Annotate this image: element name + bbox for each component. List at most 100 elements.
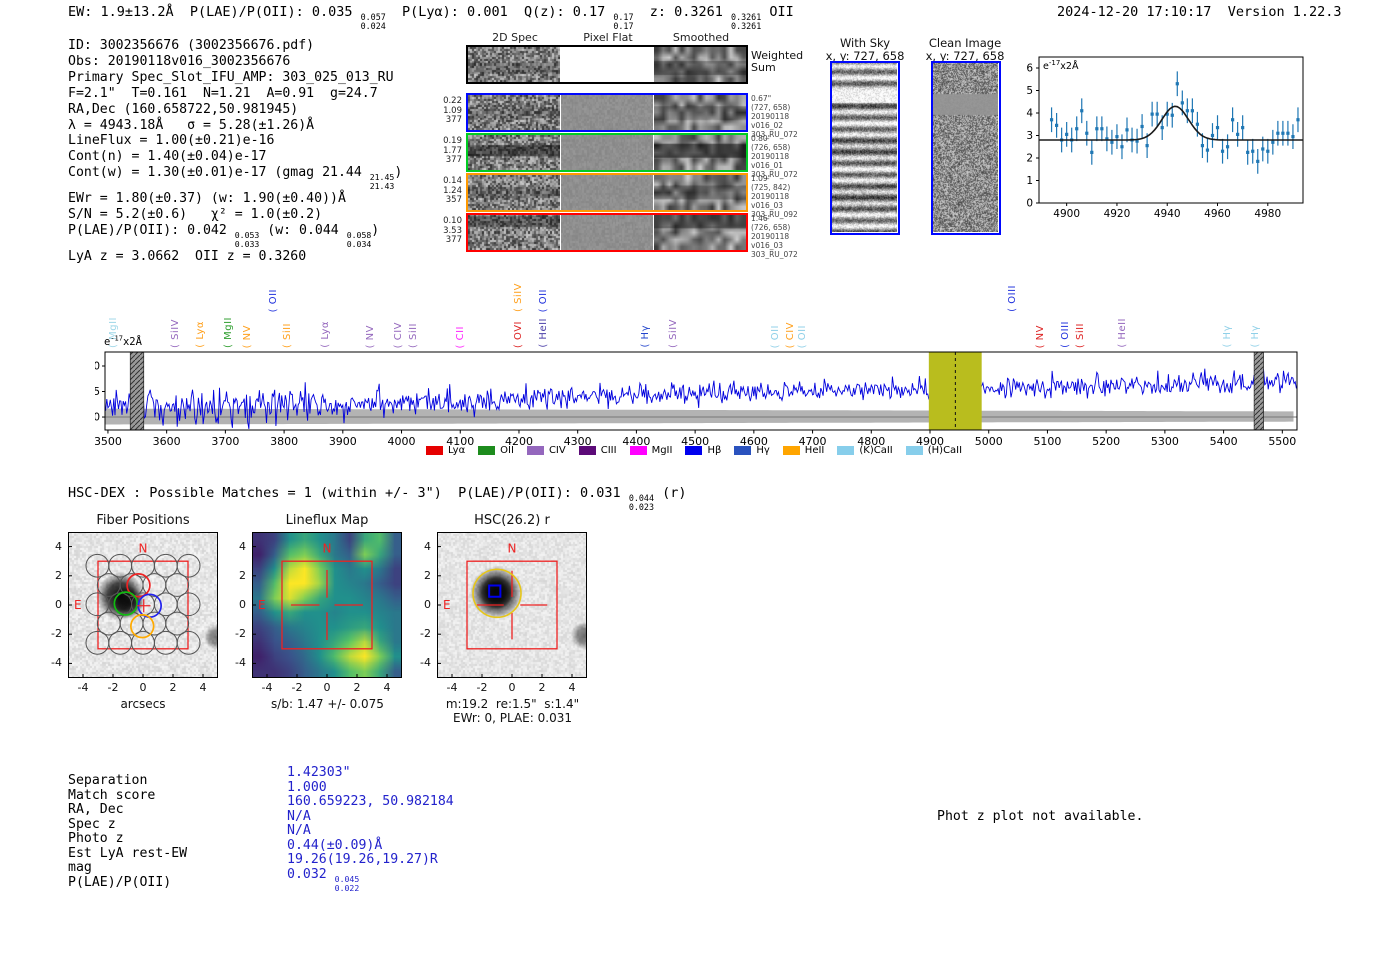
stacked-uncertainty: 0.17 0.17: [613, 12, 634, 32]
compass-north: N: [323, 541, 332, 555]
lineflux-map-overlay: NE: [252, 532, 402, 678]
panel-ytick: 2: [239, 568, 246, 582]
stacked-uncertainty: 21.45 21.43: [369, 172, 395, 192]
hsc-dex-summary-line: HSC-DEX : Possible Matches = 1 (within +…: [68, 485, 687, 512]
emission-line-label: ( Hγ: [1221, 325, 1233, 348]
emission-line-label: ( CIV: [392, 321, 404, 348]
spec2d-image: [468, 47, 560, 82]
panel-ytick: 0: [239, 598, 246, 611]
panel-xtick: -4: [77, 681, 89, 694]
fiber-positions-overlay: NE: [68, 532, 218, 678]
panel-ytick: -4: [51, 656, 62, 670]
inset-xtick: 4960: [1204, 208, 1231, 220]
legend-label: (K)CaII: [859, 445, 893, 456]
spectrum-ytick: 0.0: [95, 412, 100, 424]
spec2d-row-weighted-sum: [466, 45, 748, 84]
legend-swatch: [685, 446, 703, 455]
panel-xtick: 4: [383, 681, 391, 694]
legend-item: CIV: [526, 445, 566, 456]
spectrum-ytick: 5.0: [95, 360, 100, 372]
legend-swatch: [578, 446, 596, 455]
emission-line-label: ( Lyα: [194, 321, 206, 348]
inset-xtick: 4940: [1154, 208, 1181, 220]
emission-line-label: ( OIII: [1059, 321, 1071, 348]
compass-north: N: [508, 541, 517, 555]
panel-ytick: 4: [424, 539, 431, 553]
compass-east: E: [74, 598, 82, 612]
spec2d-row-fiber-4: [466, 213, 748, 252]
legend-swatch: [629, 446, 647, 455]
match-row-value: 19.26(19.26,19.27)R: [287, 852, 438, 868]
panel-ytick: 4: [55, 539, 62, 553]
lineflux-map-title: Lineflux Map: [285, 513, 369, 528]
weighted-sum-label: Weighted Sum: [751, 49, 804, 74]
text-run: EW: 1.9±13.2Å P(LAE)/P(OII): 0.035: [68, 4, 361, 20]
pixel-flat-image: [561, 95, 653, 130]
spec2d-row-left-labels: 0.22 1.09 377: [443, 96, 462, 125]
info-line: F=2.1" T=0.161 N=1.21 A=0.91 g=24.7: [68, 86, 402, 102]
photz-note: Phot z plot not available.: [937, 809, 1144, 824]
match-row-label: Spec z: [68, 816, 116, 832]
legend-swatch: [478, 446, 496, 455]
spectrum-xtick: 3700: [211, 435, 239, 448]
legend-item: (H)CaII: [905, 445, 963, 456]
spectrum-xtick: 5100: [1033, 435, 1061, 448]
text-run: P(LAE)/P(OII): 0.042: [68, 222, 235, 238]
emission-line-label: ( SiII: [1074, 322, 1086, 348]
emission-line-label: ( HeII: [537, 318, 549, 348]
panel-xtick: -2: [476, 681, 488, 694]
report-timestamp: 2024-12-20 17:10:17 Version 1.22.3: [1057, 4, 1342, 20]
hsc-cutout-title: HSC(26.2) r: [474, 513, 550, 528]
legend-swatch: [837, 446, 855, 455]
text-run: LineFlux = 1.00(±0.21)e-16: [68, 133, 275, 149]
legend-swatch: [782, 446, 800, 455]
spec2d-row-left-labels: 0.10 3.53 377: [443, 216, 462, 245]
inset-ytick: 4: [1026, 108, 1033, 120]
legend-swatch: [734, 446, 752, 455]
spec2d-image: [468, 135, 560, 170]
panel-xtick: -4: [446, 681, 458, 694]
hsc-r-band-overlay: NE: [437, 532, 587, 678]
info-line: S/N = 5.2(±0.6) χ² = 1.0(±0.2): [68, 207, 402, 223]
legend-item: OII: [478, 445, 514, 456]
match-row-label: Match score: [68, 787, 156, 803]
summary-header-line: EW: 1.9±13.2Å P(LAE)/P(OII): 0.035 0.057…: [68, 4, 794, 31]
spectrum-xtick: 5500: [1268, 435, 1296, 448]
panel-ytick: 2: [55, 568, 62, 582]
fiber-circle: [153, 553, 178, 578]
match-row-value: 1.42303": [287, 765, 351, 780]
inset-ytick: 5: [1026, 85, 1033, 97]
legend-label: MgII: [651, 445, 673, 456]
spectrum-xtick: 5200: [1092, 435, 1120, 448]
inset-ytick: 0: [1026, 198, 1033, 210]
emission-line-label: ( OII: [769, 324, 781, 348]
text-run: RA,Dec (160.658722,50.981945): [68, 101, 299, 117]
text-run: S/N = 5.2(±0.6) χ² = 1.0(±0.2): [68, 206, 323, 222]
text-run: (r): [653, 485, 687, 501]
text-run: (w: 0.044: [259, 222, 347, 238]
spectrum-xtick: 5000: [975, 435, 1003, 448]
match-row-value: N/A: [287, 823, 311, 839]
spectrum-xtick: 3600: [153, 435, 181, 448]
panel-xtick: 4: [199, 681, 207, 694]
stacked-uncertainty: 0.3261 0.3261: [731, 12, 762, 32]
line-fit-inset-plot: 0 1 2 3 4 5 6 4900 4920 4940 4960 4980 e-17x2Å: [1025, 45, 1315, 231]
text-run: EWr = 1.80(±0.37) (w: 1.90(±0.40))Å: [68, 190, 346, 206]
panel-ytick: 4: [239, 539, 246, 553]
clean-image: [933, 63, 998, 232]
legend-label: Hβ: [707, 445, 722, 456]
panel-ytick: 0: [55, 598, 62, 611]
spectrum-xtick: 3900: [329, 435, 357, 448]
aperture-circle: [472, 568, 522, 619]
legend-label: (H)CaII: [927, 445, 963, 456]
match-row-value: N/A: [287, 808, 311, 824]
spectrum-xtick: 5300: [1151, 435, 1179, 448]
emission-line-label: ( Lyα: [319, 321, 331, 348]
bad-sky-band: [129, 351, 145, 431]
catalog-object-square: [488, 584, 502, 598]
text-run: Cont(w) = 1.30(±0.01)e-17 (gmag 21.44: [68, 165, 370, 181]
with-sky-cutout: [830, 61, 900, 235]
fiber-positions-title: Fiber Positions: [96, 513, 190, 528]
text-run: Obs: 20190118v016_3002356676: [68, 53, 291, 69]
detection-info-block: ID: 3002356676 (3002356676.pdf) Obs: 2019…: [68, 38, 402, 264]
